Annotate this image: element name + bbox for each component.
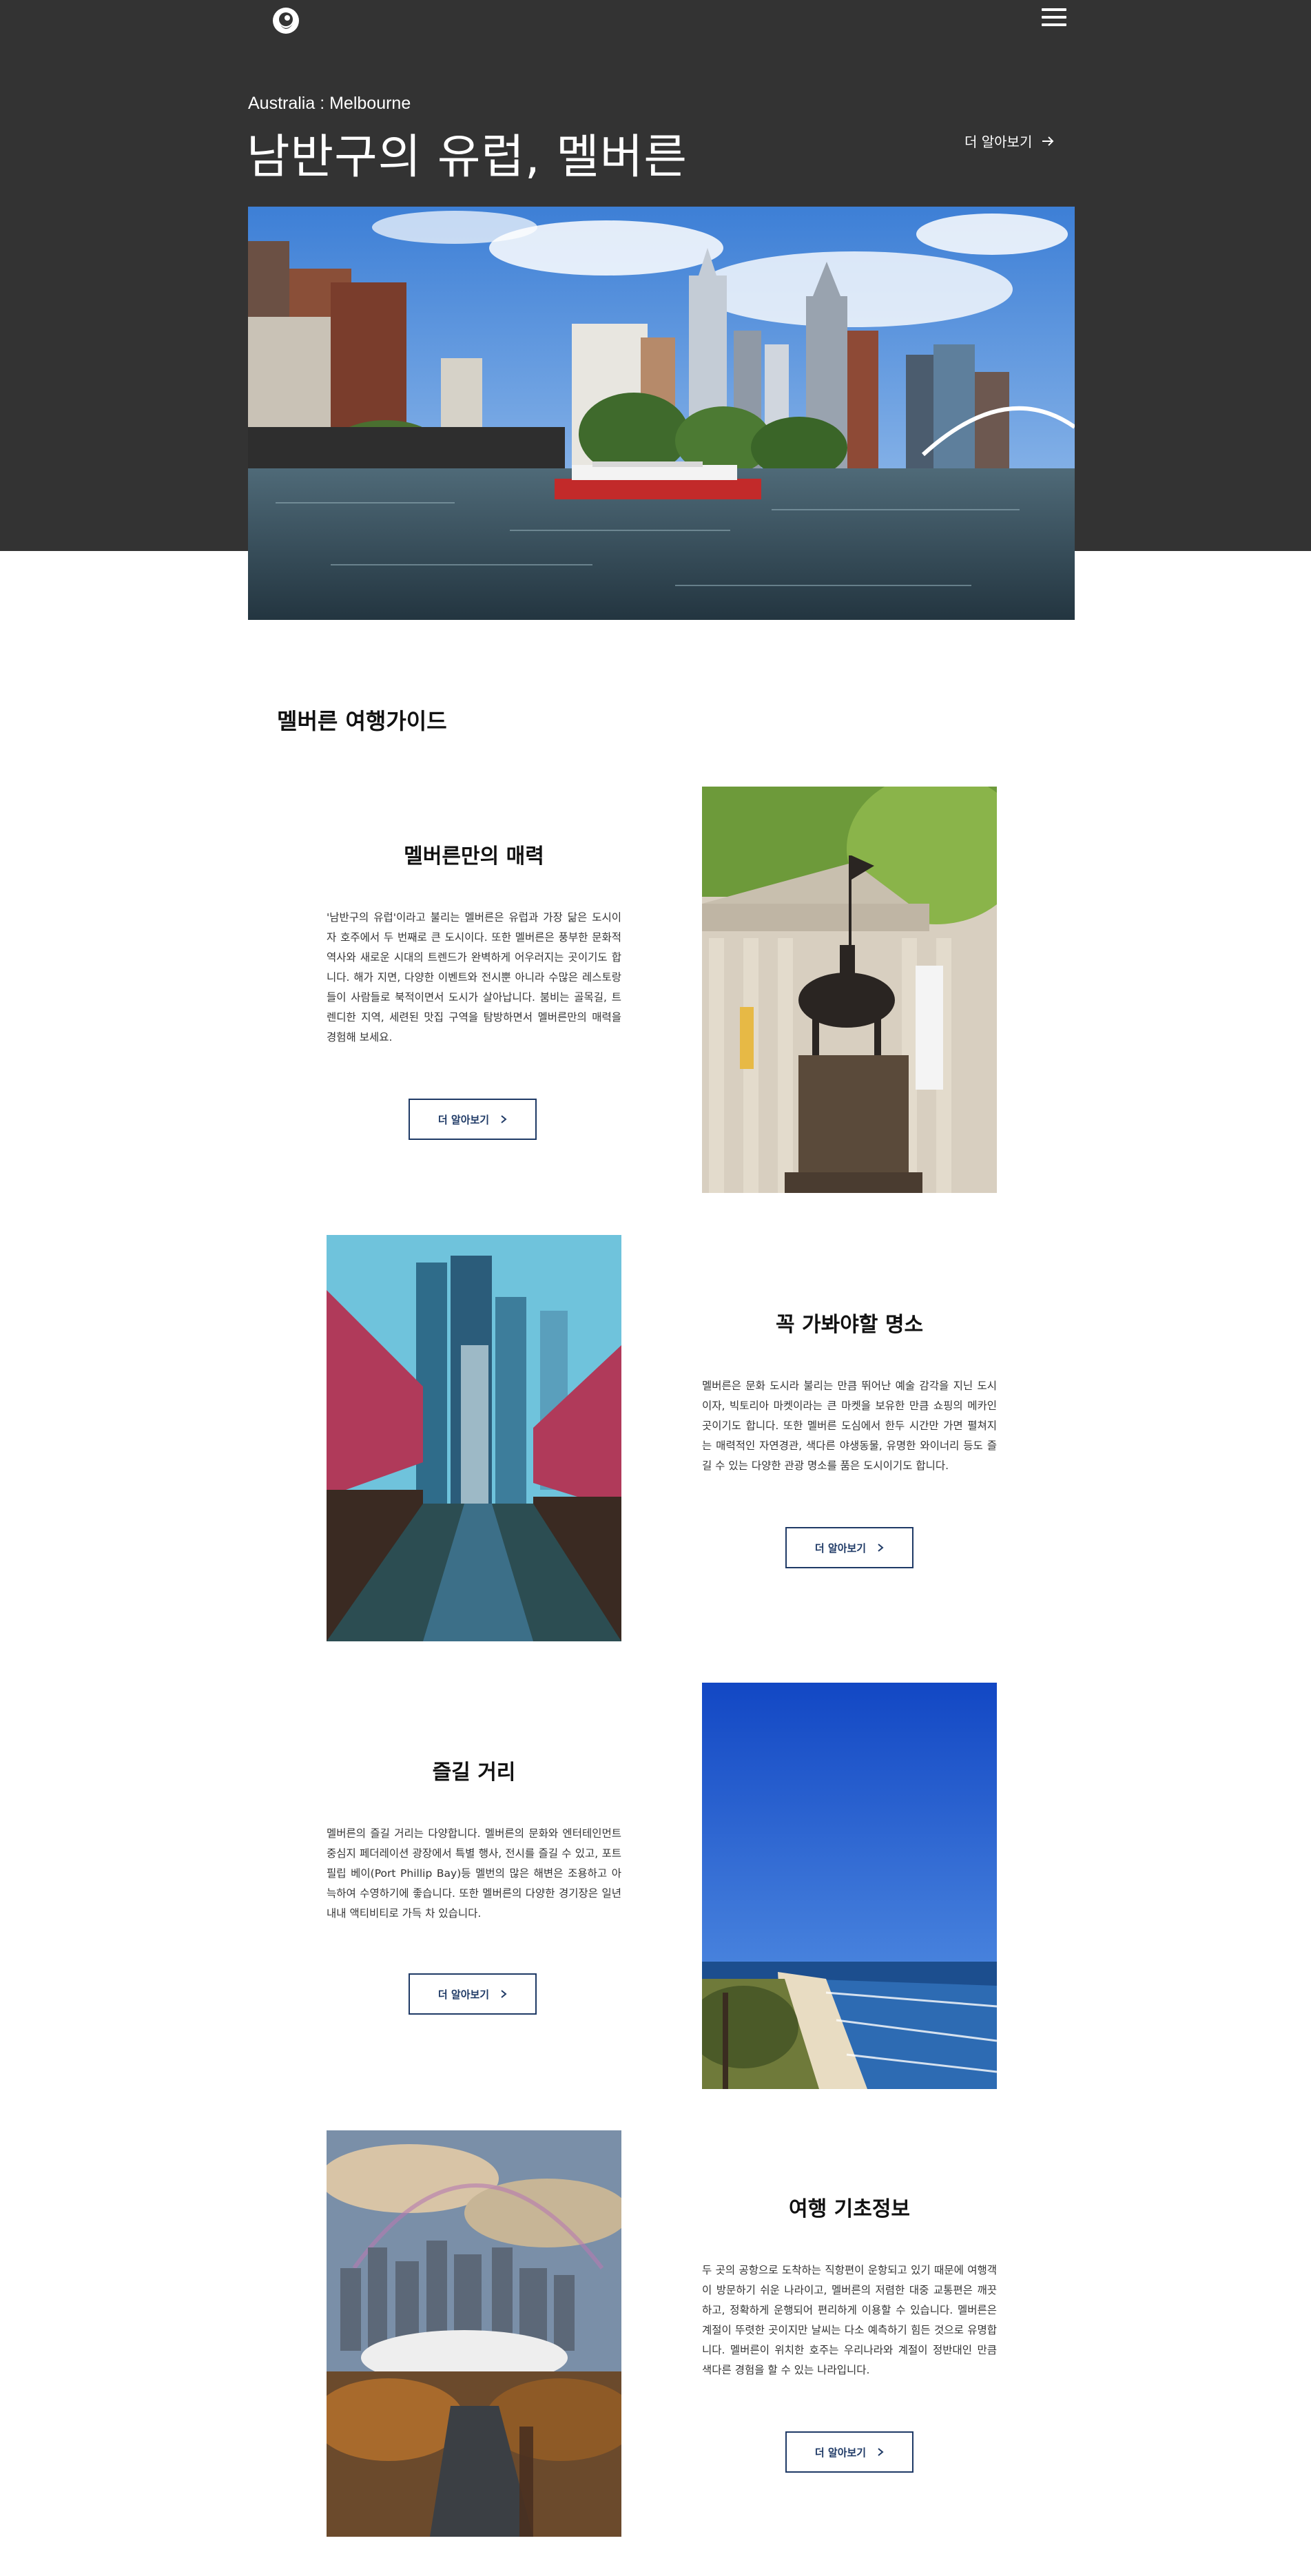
learn-more-button-basic-info[interactable]: 더 알아보기	[785, 2431, 913, 2473]
button-label: 더 알아보기	[437, 1113, 490, 1126]
logo-icon[interactable]	[271, 6, 301, 36]
arrow-right-icon	[1042, 136, 1054, 146]
chevron-right-icon	[878, 2448, 884, 2456]
button-label: 더 알아보기	[814, 1541, 867, 1555]
hero-more-link[interactable]: 더 알아보기	[964, 131, 1054, 151]
guide-section-basic-info: 여행 기초정보 두 곳의 공항으로 도착하는 직항편이 운항되고 있기 때문에 …	[702, 2192, 997, 2380]
page-title: 남반구의 유럽, 멜버른	[247, 130, 688, 185]
section-description: 멜버른의 즐길 거리는 다양합니다. 멜버른의 문화와 엔터테인먼트 중심지 페…	[327, 1827, 621, 1920]
breadcrumb: Australia : Melbourne	[248, 94, 411, 113]
button-label: 더 알아보기	[814, 2446, 867, 2459]
section-title: 즐길 거리	[432, 1760, 516, 1785]
button-label: 더 알아보기	[437, 1988, 490, 2001]
guide-section-attractions: 꼭 가봐야할 명소 멜버른은 문화 도시라 불리는 만큼 뛰어난 예술 감각을 …	[702, 1307, 997, 1476]
chevron-right-icon	[878, 1544, 884, 1552]
section-title: 멜버른만의 매력	[404, 844, 544, 869]
hero-image-melbourne-skyline	[248, 207, 1075, 620]
chevron-right-icon	[501, 1115, 507, 1123]
section-description: '남반구의 유럽'이라고 불리는 멜버른은 유럽과 가장 닮은 도시이자 호주에…	[327, 911, 621, 1043]
guide-section-charm: 멜버른만의 매력 '남반구의 유럽'이라고 불리는 멜버른은 유럽과 가장 닮은…	[327, 839, 621, 1048]
section-title: 꼭 가봐야할 명소	[775, 1313, 924, 1337]
photo-stadium-aerial	[327, 2130, 621, 2537]
learn-more-button-attractions[interactable]: 더 알아보기	[785, 1527, 913, 1568]
photo-state-library-statue	[702, 787, 997, 1193]
hero-more-label: 더 알아보기	[964, 134, 1033, 150]
guide-section-title: 멜버른 여행가이드	[277, 708, 447, 734]
guide-section-things-to-do: 즐길 거리 멜버른의 즐길 거리는 다양합니다. 멜버른의 문화와 엔터테인먼트…	[327, 1755, 621, 1924]
learn-more-button-charm[interactable]: 더 알아보기	[409, 1099, 537, 1140]
section-description: 멜버른은 문화 도시라 불리는 만큼 뛰어난 예술 감각을 지닌 도시이자, 빅…	[702, 1380, 997, 1472]
learn-more-button-things-to-do[interactable]: 더 알아보기	[409, 1973, 537, 2015]
hamburger-menu-icon[interactable]	[1042, 8, 1066, 30]
section-description: 두 곳의 공항으로 도착하는 직항편이 운항되고 있기 때문에 여행객이 방문하…	[702, 2264, 997, 2376]
section-title: 여행 기초정보	[788, 2197, 911, 2221]
chevron-right-icon	[501, 1990, 507, 1998]
photo-market-lane-skyscrapers	[327, 1235, 621, 1641]
photo-beach-coastline	[702, 1683, 997, 2089]
